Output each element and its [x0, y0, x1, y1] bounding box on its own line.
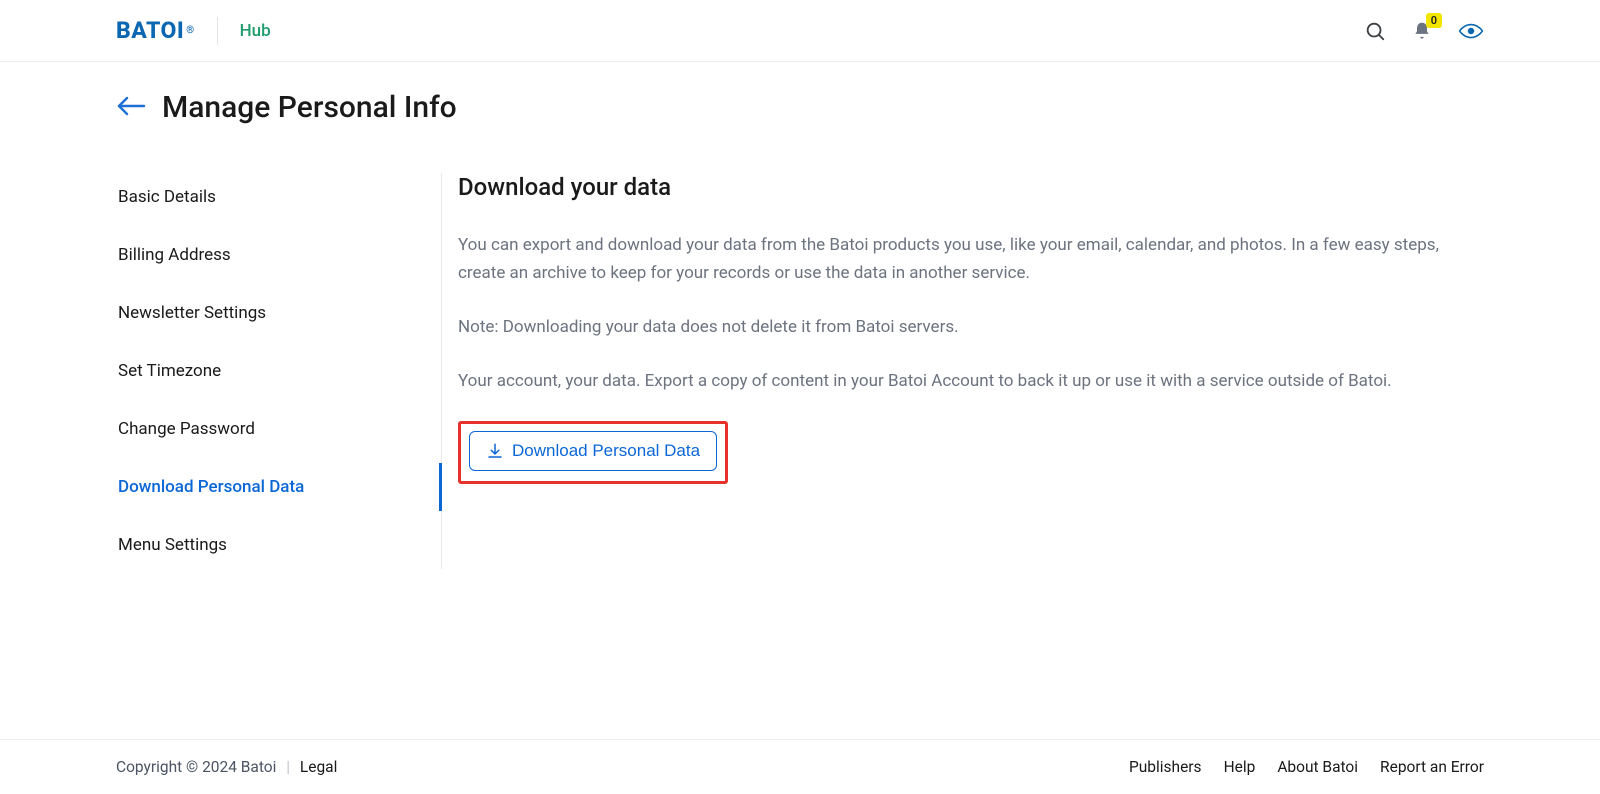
topbar-right: 0	[1364, 20, 1484, 42]
logo-text: BATOI	[116, 17, 184, 44]
sidebar-item-label: Download Personal Data	[118, 477, 304, 497]
footer-copyright: Copyright © 2024 Batoi	[116, 758, 276, 776]
footer-right: Publishers Help About Batoi Report an Er…	[1129, 758, 1484, 776]
content-paragraph-1: You can export and download your data fr…	[458, 231, 1444, 287]
sidebar-item-label: Change Password	[118, 419, 255, 439]
notifications-icon[interactable]: 0	[1412, 21, 1432, 41]
search-icon[interactable]	[1364, 20, 1386, 42]
sidebar-item-label: Basic Details	[118, 187, 216, 207]
sidebar-item-billing-address[interactable]: Billing Address	[116, 231, 431, 279]
download-button-label: Download Personal Data	[512, 441, 700, 461]
sidebar-item-label: Set Timezone	[118, 361, 221, 381]
highlight-annotation: Download Personal Data	[458, 421, 728, 484]
back-arrow-icon[interactable]	[116, 96, 146, 120]
hub-label[interactable]: Hub	[240, 21, 271, 41]
sidebar: Basic Details Billing Address Newsletter…	[116, 173, 442, 569]
page-head: Manage Personal Info	[116, 90, 1444, 125]
visibility-icon[interactable]	[1458, 22, 1484, 40]
sidebar-item-newsletter-settings[interactable]: Newsletter Settings	[116, 289, 431, 337]
brand-logo[interactable]: BATOI®	[116, 17, 195, 44]
footer-left: Copyright © 2024 Batoi | Legal	[116, 758, 337, 776]
logo-divider	[217, 17, 218, 45]
sidebar-item-download-personal-data[interactable]: Download Personal Data	[116, 463, 431, 511]
footer: Copyright © 2024 Batoi | Legal Publisher…	[0, 739, 1600, 794]
footer-link-about[interactable]: About Batoi	[1277, 758, 1358, 776]
page-container: Manage Personal Info Basic Details Billi…	[0, 62, 1560, 609]
sidebar-item-label: Menu Settings	[118, 535, 227, 555]
footer-link-report-error[interactable]: Report an Error	[1380, 758, 1484, 776]
page-title: Manage Personal Info	[162, 90, 457, 125]
footer-link-help[interactable]: Help	[1224, 758, 1256, 776]
sidebar-item-label: Newsletter Settings	[118, 303, 266, 323]
footer-separator: |	[286, 758, 290, 776]
download-icon	[486, 442, 504, 460]
download-personal-data-button[interactable]: Download Personal Data	[469, 431, 717, 471]
content-paragraph-2: Note: Downloading your data does not del…	[458, 313, 1444, 341]
sidebar-item-set-timezone[interactable]: Set Timezone	[116, 347, 431, 395]
sidebar-item-label: Billing Address	[118, 245, 231, 265]
footer-link-publishers[interactable]: Publishers	[1129, 758, 1202, 776]
sidebar-item-basic-details[interactable]: Basic Details	[116, 173, 431, 221]
content-panel: Download your data You can export and do…	[442, 173, 1444, 569]
footer-link-legal[interactable]: Legal	[300, 758, 337, 776]
sidebar-item-menu-settings[interactable]: Menu Settings	[116, 521, 431, 569]
sidebar-item-change-password[interactable]: Change Password	[116, 405, 431, 453]
main-layout: Basic Details Billing Address Newsletter…	[116, 173, 1444, 569]
content-heading: Download your data	[458, 173, 1444, 201]
topbar-left: BATOI® Hub	[116, 17, 271, 45]
notification-badge: 0	[1426, 13, 1442, 28]
topbar: BATOI® Hub 0	[0, 0, 1600, 62]
content-paragraph-3: Your account, your data. Export a copy o…	[458, 367, 1444, 395]
logo-registered: ®	[186, 25, 194, 36]
